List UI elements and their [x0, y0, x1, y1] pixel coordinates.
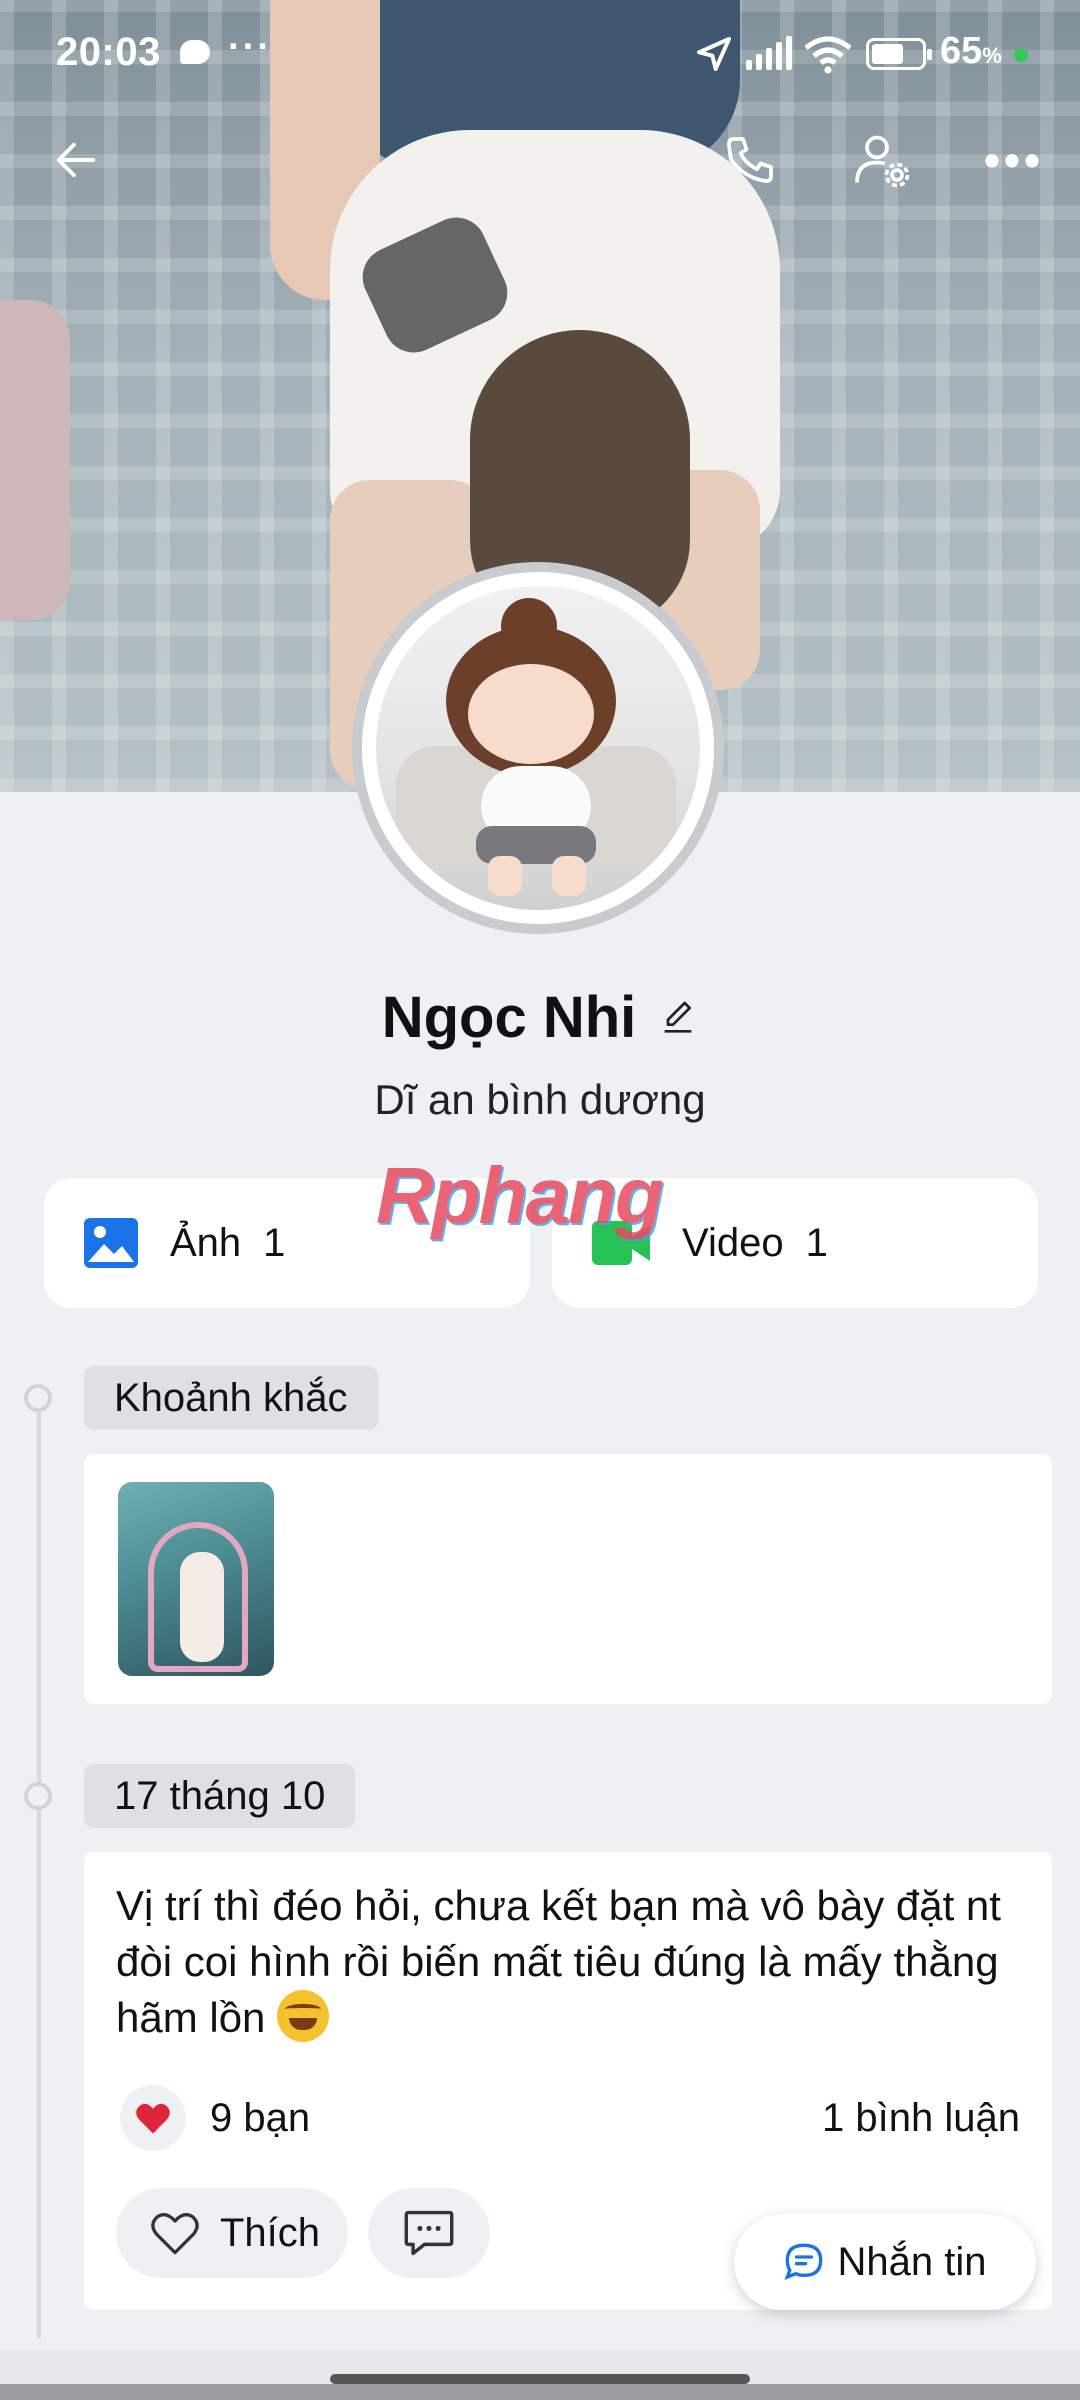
timeline-line	[37, 1398, 41, 2338]
like-button[interactable]: Thích	[116, 2188, 348, 2278]
timeline-dot	[24, 1384, 52, 1412]
reaction-row: 9 bạn 1 bình luận	[120, 2084, 1020, 2152]
avatar[interactable]	[352, 562, 724, 934]
status-time: 20:03	[56, 30, 161, 74]
more-notifications-icon: ···	[228, 26, 272, 68]
more-dots-icon: •••	[983, 134, 1045, 186]
status-bar: 20:03 ··· 65%	[0, 0, 1080, 104]
battery-percent-value: 65	[940, 30, 983, 72]
user-settings-icon	[855, 135, 910, 188]
heart-outline-icon	[151, 2213, 199, 2255]
videos-count: 1	[805, 1220, 828, 1265]
home-indicator[interactable]	[330, 2374, 750, 2384]
reaction-heart-badge[interactable]	[120, 2085, 186, 2151]
phone-icon	[727, 137, 773, 183]
timeline-dot	[24, 1782, 52, 1810]
battery-percent: 65%	[940, 30, 1002, 73]
avatar-image	[376, 586, 700, 910]
system-nav-bar	[0, 2384, 1080, 2400]
image-icon	[84, 1218, 138, 1268]
moments-card	[84, 1454, 1052, 1704]
post-text-content: Vị trí thì đéo hỏi, chưa kết bạn mà vô b…	[116, 1882, 1001, 2041]
heart-icon	[136, 2103, 170, 2134]
comment-button[interactable]	[368, 2188, 490, 2278]
call-button[interactable]	[710, 120, 790, 200]
like-label: Thích	[220, 2210, 321, 2255]
thumbnail-person	[180, 1552, 224, 1662]
avatar-hair-bun	[501, 598, 557, 654]
avatar-face	[468, 664, 594, 764]
location-arrow-icon	[694, 34, 734, 79]
comment-count[interactable]: 1 bình luận	[822, 2096, 1020, 2141]
arrow-left-icon	[56, 142, 96, 178]
chat-bubble-icon	[783, 2243, 822, 2280]
battery-percent-unit: %	[982, 43, 1002, 68]
comment-icon	[404, 2210, 454, 2256]
reaction-count[interactable]: 9 bạn	[210, 2096, 310, 2141]
videos-label: Video	[682, 1220, 784, 1265]
avatar-leg	[552, 856, 586, 896]
cover-pillow	[0, 300, 70, 620]
message-label: Nhắn tin	[837, 2239, 987, 2284]
profile-bio: Dĩ an bình dương	[374, 1076, 706, 1123]
battery-level	[872, 44, 904, 64]
photos-count: 1	[263, 1220, 286, 1265]
privacy-indicator-dot	[1014, 48, 1028, 62]
watermark-logo: Rphang	[376, 1151, 664, 1240]
profile-settings-button[interactable]	[842, 120, 922, 200]
pencil-icon[interactable]	[658, 998, 698, 1038]
battery-icon	[866, 38, 932, 70]
message-button[interactable]: Nhắn tin	[734, 2214, 1036, 2310]
post-date-label: 17 tháng 10	[84, 1764, 356, 1828]
profile-name-row: Ngọc Nhi	[0, 984, 1080, 1051]
more-options-button[interactable]: •••	[974, 120, 1054, 200]
wifi-icon	[804, 34, 852, 79]
moment-thumbnail[interactable]	[118, 1482, 274, 1676]
post-text: Vị trí thì đéo hỏi, chưa kết bạn mà vô b…	[116, 1878, 1016, 2046]
photos-label: Ảnh	[170, 1220, 242, 1265]
rofl-emoji-icon	[277, 1990, 330, 2042]
cell-signal-icon	[746, 36, 792, 70]
avatar-frame	[362, 572, 714, 924]
moments-label: Khoảnh khắc	[84, 1366, 378, 1430]
message-notification-icon	[180, 40, 210, 64]
back-button[interactable]	[36, 120, 116, 200]
profile-name: Ngọc Nhi	[381, 985, 637, 1050]
avatar-leg	[488, 856, 522, 896]
